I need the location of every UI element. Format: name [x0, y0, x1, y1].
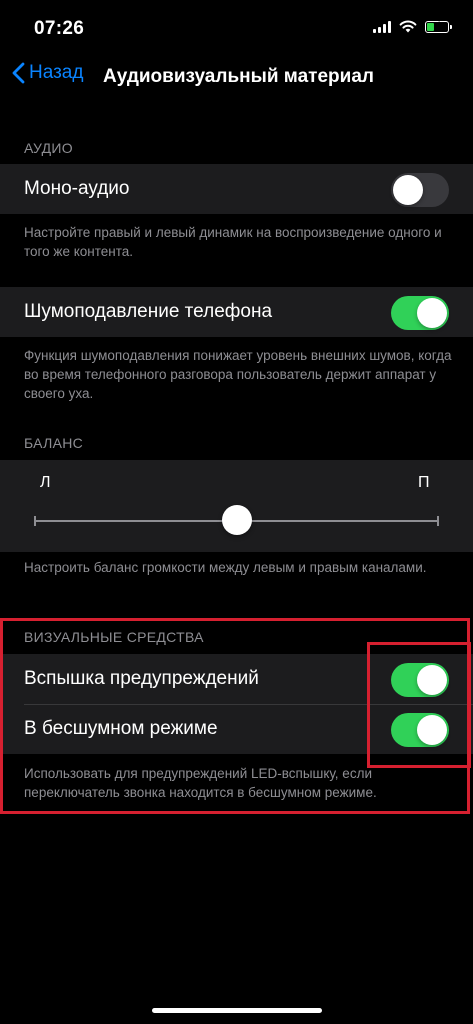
toggle-knob [417, 298, 447, 328]
chevron-left-icon [12, 62, 25, 84]
group-visual: Вспышка предупреждений В бесшумном режим… [0, 654, 473, 754]
group-noise-cancellation: Шумоподавление телефона [0, 287, 473, 337]
silent-mode-label: В бесшумном режиме [24, 718, 218, 739]
row-led-flash: Вспышка предупреждений [0, 654, 473, 704]
mono-audio-toggle[interactable] [391, 173, 449, 207]
section-header-audio: АУДИО [24, 140, 73, 156]
cellular-signal-icon [373, 20, 391, 33]
group-mono-audio: Моно-аудио [0, 164, 473, 214]
row-mono-audio: Моно-аудио [0, 164, 473, 214]
balance-row: Л П [0, 460, 473, 552]
settings-content: АУДИО Моно-аудио Настройте правый и левы… [0, 102, 473, 1024]
led-flash-label: Вспышка предупреждений [24, 668, 259, 689]
back-label: Назад [29, 62, 84, 83]
row-noise-cancellation: Шумоподавление телефона [0, 287, 473, 337]
section-header-balance: БАЛАНС [24, 435, 84, 451]
balance-slider[interactable] [34, 505, 439, 535]
toggle-knob [417, 665, 447, 695]
row-silent-mode: В бесшумном режиме [0, 704, 473, 754]
slider-thumb[interactable] [221, 505, 252, 535]
home-indicator[interactable] [152, 1008, 322, 1013]
page-title: Аудиовизуальный материал [103, 66, 374, 87]
balance-footer: Настроить баланс громкости между левым и… [24, 560, 427, 575]
status-icons: ⚡ [373, 20, 452, 33]
status-time: 07:26 [34, 18, 85, 39]
toggle-knob [417, 715, 447, 745]
noise-cancellation-toggle[interactable] [391, 296, 449, 330]
visual-footer: Использовать для предупреждений LED-вспы… [24, 766, 377, 800]
wifi-icon [399, 20, 417, 33]
balance-right-label: П [418, 474, 430, 491]
led-flash-toggle[interactable] [391, 663, 449, 697]
navigation-bar: Назад Аудиовизуальный материал [0, 56, 473, 102]
section-header-visual: ВИЗУАЛЬНЫЕ СРЕДСТВА [24, 629, 204, 645]
slider-right-tick [437, 516, 439, 526]
noise-cancellation-label: Шумоподавление телефона [24, 301, 273, 322]
balance-left-label: Л [40, 474, 51, 491]
noise-cancellation-footer: Функция шумоподавления понижает уровень … [24, 348, 452, 401]
back-button[interactable]: Назад [12, 62, 83, 84]
status-bar: 07:26 ⚡ [0, 0, 473, 56]
battery-charging-icon: ⚡ [425, 20, 452, 33]
toggle-knob [393, 175, 423, 205]
silent-mode-toggle[interactable] [391, 713, 449, 747]
group-balance: Л П [0, 460, 473, 552]
mono-audio-footer: Настройте правый и левый динамик на восп… [24, 225, 442, 259]
mono-audio-label: Моно-аудио [24, 178, 130, 199]
slider-left-tick [34, 516, 36, 526]
